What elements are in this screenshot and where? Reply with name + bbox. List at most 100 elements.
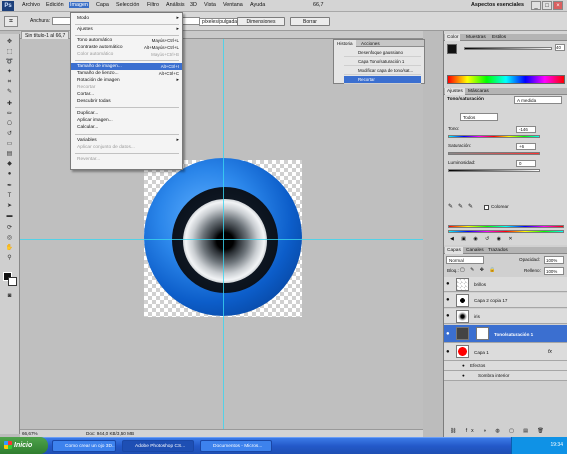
menu-imagen[interactable]: Imagen [69, 2, 89, 8]
layers-footer-icons[interactable]: ⛓ fx ◑ ◍ ▢ ▤ 🗑 [450, 428, 548, 434]
hue-value[interactable]: -146 [516, 126, 536, 133]
layer-row[interactable]: ● iris [444, 309, 567, 324]
history-step[interactable]: Desenfoque gaussiano [344, 49, 421, 57]
tab-acciones[interactable]: Acciones [358, 40, 383, 47]
crop-tool-icon[interactable]: ⌗ [3, 78, 16, 87]
document-tab[interactable]: Sin título-1 al 66,7 [21, 31, 70, 39]
workspace-switcher[interactable]: Aspectos esenciales [470, 2, 525, 8]
menu-filtro[interactable]: Filtro [146, 2, 160, 8]
effects-row[interactable]: ● Efectos [444, 361, 567, 371]
tab-ajustes[interactable]: Ajustes [445, 88, 465, 95]
menu-item-tamano-imagen[interactable]: Tamaño de imagen... Alt+Ctrl+I [71, 63, 182, 70]
close-icon[interactable]: × [553, 1, 563, 10]
tab-historia[interactable]: Historia [334, 40, 356, 47]
hand-tool-icon[interactable]: ✋ [3, 244, 16, 253]
minimize-icon[interactable]: _ [531, 1, 541, 10]
visibility-eye-icon[interactable]: ● [446, 349, 450, 355]
history-step[interactable]: Capa Tono/saturación 1 [344, 58, 421, 66]
color-value[interactable]: 40 [555, 44, 565, 51]
horizontal-guide[interactable] [20, 239, 423, 240]
magic-wand-tool-icon[interactable]: ✦ [3, 68, 16, 77]
quick-mask-icon[interactable]: ◙ [3, 292, 16, 301]
visibility-eye-icon[interactable]: ● [446, 281, 450, 287]
maximize-icon[interactable]: □ [542, 1, 552, 10]
vertical-guide[interactable] [223, 39, 224, 429]
menu-item-contraste-automatico[interactable]: Contraste automático Alt+Mayús+Ctrl+L [71, 44, 182, 51]
tab-capas[interactable]: Capas [445, 247, 463, 254]
color-slider[interactable] [464, 47, 552, 50]
zoom-tool-icon[interactable]: ⚲ [3, 254, 16, 263]
layer-row[interactable]: ● Capa 1 fx [444, 343, 567, 361]
menu-item-rotacion-imagen[interactable]: Rotación de imagen ▸ [71, 77, 182, 84]
layer-row-selected[interactable]: ● Tono/saturación 1 [444, 325, 567, 343]
adjustment-footer-icons[interactable]: ◀ ▣ ◉ ↺ ◉ ✕ [450, 236, 516, 242]
tab-trazados[interactable]: Trazados [486, 247, 510, 254]
taskbar-button-active[interactable]: Adobe Photoshop CS... [122, 440, 194, 452]
menu-item-modo[interactable]: Modo ▸ [71, 15, 182, 22]
visibility-eye-icon[interactable]: ● [446, 297, 450, 303]
taskbar-button[interactable]: Como crear un ojo 3D... [52, 440, 116, 452]
lightness-value[interactable]: 0 [516, 160, 536, 167]
menu-seleccion[interactable]: Selección [115, 2, 140, 8]
menu-item-tamano-lienzo[interactable]: Tamaño de lienzo... Alt+Ctrl+C [71, 70, 182, 77]
eyedropper-icon[interactable]: ✎ [448, 203, 453, 210]
resolution-unit-select[interactable]: píxeles/pulgada [199, 18, 241, 26]
lock-icons[interactable]: ▢ ✎ ✥ 🔒 [460, 267, 498, 273]
blur-tool-icon[interactable]: ◆ [3, 160, 16, 169]
menu-vista[interactable]: Vista [203, 2, 217, 8]
zoom-level[interactable]: 66,7 [312, 2, 325, 8]
preset-select[interactable]: A medida [514, 96, 562, 104]
layer-row[interactable]: ● Capa 2 copia 17 [444, 293, 567, 308]
tab-mascaras[interactable]: Máscaras [466, 88, 491, 95]
menu-archivo[interactable]: Archivo [21, 2, 41, 8]
clear-button[interactable]: Borrar [290, 17, 330, 26]
menu-item-variables[interactable]: Variables ▸ [71, 137, 182, 144]
3d-orbit-tool-icon[interactable]: ◎ [3, 234, 16, 243]
eyedropper-minus-icon[interactable]: ✎ [468, 203, 473, 210]
visibility-eye-icon[interactable]: ● [446, 331, 450, 337]
tab-estilos[interactable]: Estilos [490, 34, 508, 41]
eyedropper-tool-icon[interactable]: ✎ [3, 88, 16, 97]
type-tool-icon[interactable]: T [3, 192, 16, 201]
lasso-tool-icon[interactable]: ➰ [3, 58, 16, 67]
channel-select[interactable]: Todos [460, 113, 498, 121]
visibility-eye-icon[interactable]: ● [446, 313, 450, 319]
eraser-tool-icon[interactable]: ▭ [3, 140, 16, 149]
taskbar-button[interactable]: Documentos - Micros... [200, 440, 272, 452]
menu-ventana[interactable]: Ventana [222, 2, 244, 8]
menu-ayuda[interactable]: Ayuda [249, 2, 266, 8]
gradient-tool-icon[interactable]: ▤ [3, 150, 16, 159]
fx-icon[interactable]: fx [548, 349, 552, 355]
background-color-swatch[interactable] [8, 277, 17, 286]
saturation-value[interactable]: +6 [516, 143, 536, 150]
clone-stamp-tool-icon[interactable]: ⎔ [3, 120, 16, 129]
effects-eye-icon[interactable]: ● [462, 363, 465, 368]
tab-color[interactable]: Color [445, 34, 461, 41]
menu-item-cortar[interactable]: Cortar... [71, 91, 182, 98]
path-selection-tool-icon[interactable]: ➤ [3, 202, 16, 211]
menu-item-ajustes[interactable]: Ajustes ▸ [71, 26, 182, 33]
menu-edicion[interactable]: Edición [45, 2, 65, 8]
effect-eye-icon[interactable]: ● [462, 373, 465, 378]
hue-slider[interactable] [448, 135, 540, 138]
saturation-slider[interactable] [448, 152, 540, 155]
history-step[interactable]: Modificar capa de tono/sat... [344, 67, 421, 75]
eyedropper-plus-icon[interactable]: ✎ [458, 203, 463, 210]
layer-row[interactable]: ● brillos [444, 277, 567, 292]
healing-brush-tool-icon[interactable]: ✚ [3, 100, 16, 109]
history-brush-tool-icon[interactable]: ↺ [3, 130, 16, 139]
menu-3d[interactable]: 3D [189, 2, 198, 8]
marquee-tool-icon[interactable]: ⬚ [3, 48, 16, 57]
colorize-checkbox[interactable] [484, 205, 489, 210]
menu-item-calcular[interactable]: Calcular... [71, 124, 182, 131]
menu-capa[interactable]: Capa [95, 2, 110, 8]
effect-row[interactable]: ● Sombra interior [444, 371, 567, 381]
pen-tool-icon[interactable]: ✒ [3, 182, 16, 191]
shape-tool-icon[interactable]: ▬ [3, 212, 16, 221]
dimensions-button[interactable]: Dimensiones [237, 17, 285, 26]
menu-item-tono-automatico[interactable]: Tono automático Mayús+Ctrl+L [71, 37, 182, 44]
tab-canales[interactable]: Canales [464, 247, 486, 254]
clock[interactable]: 19:34 [550, 442, 563, 448]
dodge-tool-icon[interactable]: ● [3, 170, 16, 179]
lightness-slider[interactable] [448, 169, 540, 172]
